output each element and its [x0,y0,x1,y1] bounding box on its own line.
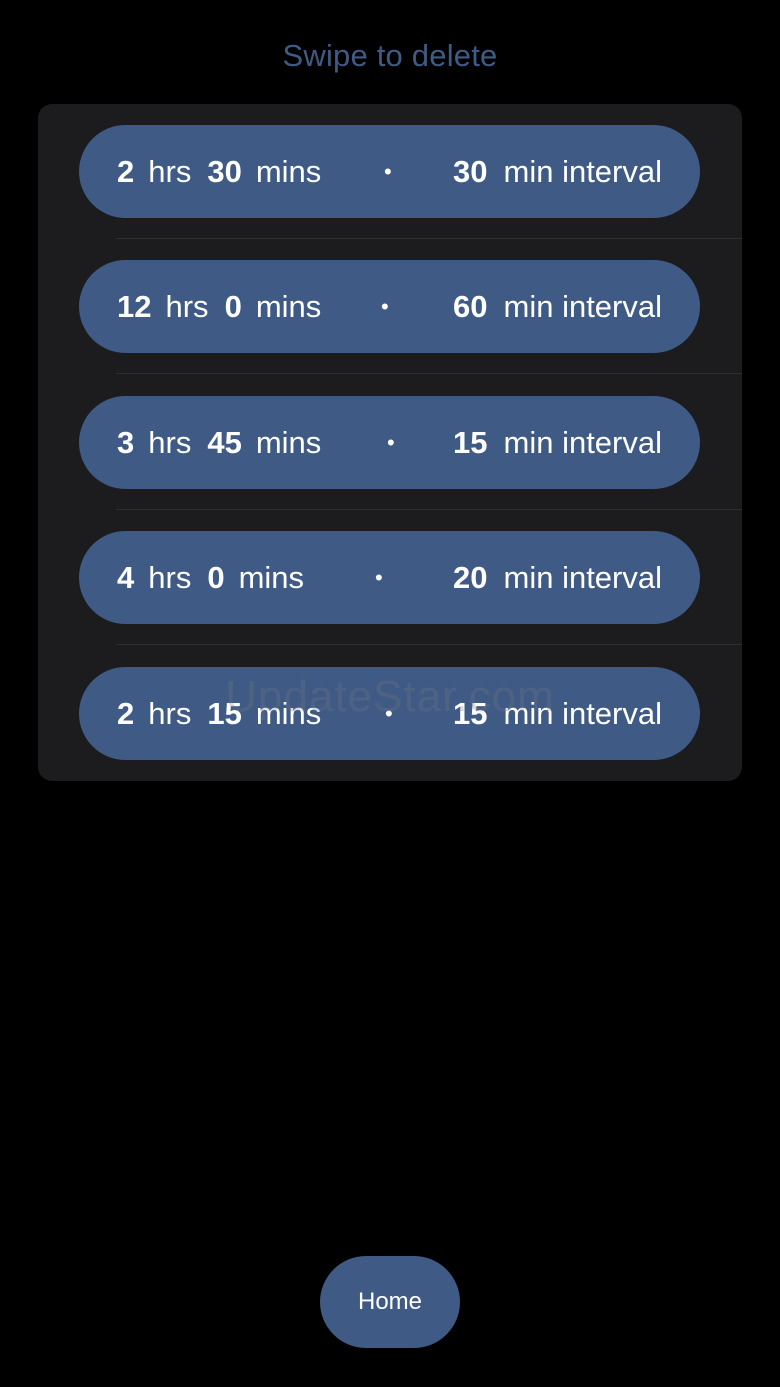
interval-label: min interval [503,289,663,324]
separator-dot: • [387,430,395,455]
separator-dot: • [384,159,392,184]
minutes-unit: mins [255,425,322,460]
list-item[interactable]: 12 hrs 0 mins • 60 min interval [38,239,742,374]
hours-value: 2 [117,696,135,731]
interval: 20 min interval [453,531,662,624]
timer-pill[interactable]: 3 hrs 45 mins • 15 min interval [79,396,700,489]
interval: 60 min interval [453,260,662,353]
interval-label: min interval [503,560,663,595]
separator-dot: • [385,701,393,726]
list-item[interactable]: 4 hrs 0 mins • 20 min interval [38,510,742,645]
timer-pill[interactable]: 12 hrs 0 mins • 60 min interval [79,260,700,353]
list-item[interactable]: 2 hrs 15 mins • 15 min interval [38,646,742,781]
minutes-value: 0 [207,560,225,595]
interval: 30 min interval [453,125,662,218]
timer-pill[interactable]: 2 hrs 15 mins • 15 min interval [79,667,700,760]
duration: 12 hrs 0 mins [117,260,337,353]
hours-unit: hrs [148,560,192,595]
interval-value: 30 [453,154,488,189]
minutes-value: 30 [207,154,242,189]
duration: 3 hrs 45 mins [117,396,337,489]
minutes-value: 45 [207,425,242,460]
minutes-unit: mins [255,154,322,189]
minutes-unit: mins [255,289,322,324]
hours-unit: hrs [165,289,209,324]
hours-value: 2 [117,154,135,189]
list-item[interactable]: 2 hrs 30 mins • 30 min interval [38,104,742,239]
hours-unit: hrs [148,154,192,189]
minutes-unit: mins [255,696,322,731]
timer-pill[interactable]: 2 hrs 30 mins • 30 min interval [79,125,700,218]
hours-unit: hrs [148,425,192,460]
interval-label: min interval [503,696,663,731]
home-button[interactable]: Home [320,1256,460,1348]
minutes-value: 0 [224,289,242,324]
list-item[interactable]: 3 hrs 45 mins • 15 min interval [38,375,742,510]
interval-value: 60 [453,289,488,324]
duration: 2 hrs 30 mins [117,125,337,218]
duration: 4 hrs 0 mins [117,531,320,624]
hours-value: 4 [117,560,135,595]
separator-dot: • [381,294,389,319]
separator-dot: • [375,565,383,590]
row-divider [116,644,742,645]
hours-value: 3 [117,425,135,460]
hours-value: 12 [117,289,152,324]
interval-label: min interval [503,154,663,189]
interval: 15 min interval [453,667,662,760]
screen: Swipe to delete 2 hrs 30 mins • 30 min inter… [0,0,780,1387]
timer-pill[interactable]: 4 hrs 0 mins • 20 min interval [79,531,700,624]
row-divider [116,373,742,374]
minutes-value: 15 [207,696,242,731]
minutes-unit: mins [238,560,305,595]
hours-unit: hrs [148,696,192,731]
interval-value: 15 [453,425,488,460]
swipe-hint: Swipe to delete [282,38,498,73]
interval: 15 min interval [453,396,662,489]
interval-label: min interval [503,425,663,460]
timer-list: 2 hrs 30 mins • 30 min interval 12 hrs 0 mins •… [38,104,742,781]
duration: 2 hrs 15 mins [117,667,337,760]
interval-value: 15 [453,696,488,731]
interval-value: 20 [453,560,488,595]
